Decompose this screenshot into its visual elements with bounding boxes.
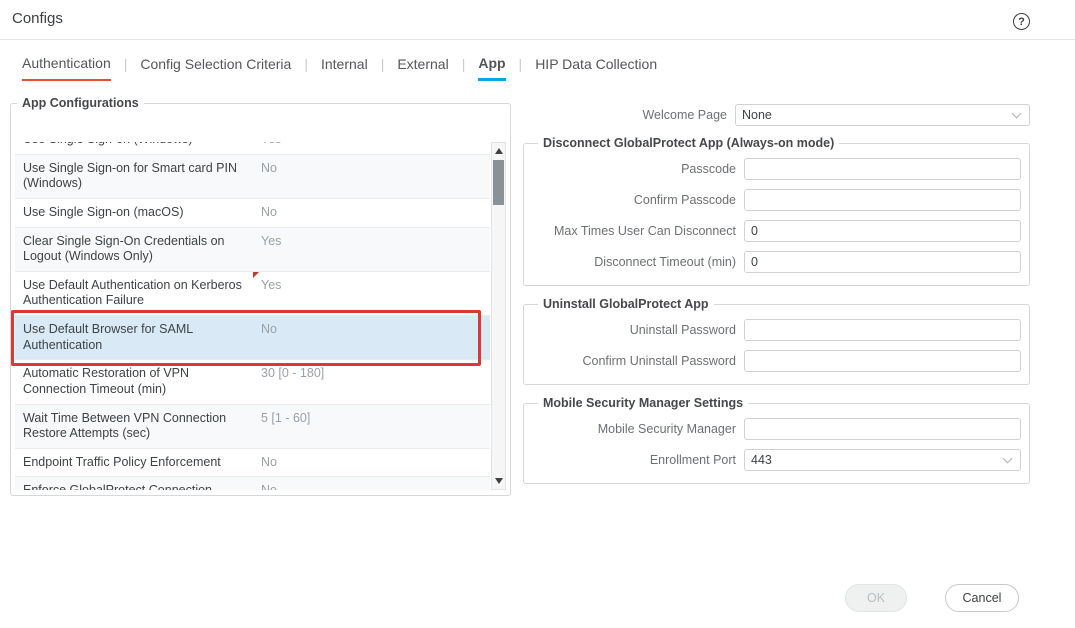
header-divider <box>0 39 1075 40</box>
passcode-label: Passcode <box>532 158 744 178</box>
triangle-up-icon <box>495 148 503 154</box>
max-times-user-can-disconnect-input[interactable] <box>744 220 1021 242</box>
config-value: 5 [1 - 60] <box>253 405 490 448</box>
footer: OK Cancel <box>845 584 1019 612</box>
config-value: No <box>253 199 490 227</box>
max-times-user-can-disconnect-label: Max Times User Can Disconnect <box>532 220 744 240</box>
app-configurations-legend: App Configurations <box>17 96 144 110</box>
config-row-use-default-browser-for-saml-authentication[interactable]: Use Default Browser for SAML Authenticat… <box>15 316 490 360</box>
ok-button[interactable]: OK <box>845 584 907 612</box>
config-name: Use Single Sign-on for Smart card PIN (W… <box>15 155 253 198</box>
config-name: Use Default Browser for SAML Authenticat… <box>15 316 253 359</box>
config-name: Use Default Authentication on Kerberos A… <box>15 272 253 315</box>
config-value: No <box>253 449 490 477</box>
tab-separator: | <box>381 56 385 81</box>
section-disconnect-globalprotect-app-always-on-mode: Disconnect GlobalProtect App (Always-on … <box>523 136 1030 286</box>
tab-separator: | <box>304 56 308 81</box>
tab-config-selection-criteria[interactable]: Config Selection Criteria <box>140 56 291 81</box>
chevron-down-icon <box>1003 453 1013 463</box>
disconnect-timeout-min-label: Disconnect Timeout (min) <box>532 251 744 271</box>
chevron-down-icon <box>1012 108 1022 118</box>
welcome-page-row: Welcome Page None <box>523 104 1030 126</box>
tab-separator: | <box>462 56 466 81</box>
uninstall-password-input[interactable] <box>744 319 1021 341</box>
disconnect-timeout-min-input[interactable] <box>744 251 1021 273</box>
tab-separator: | <box>124 56 128 81</box>
field-row: Max Times User Can Disconnect <box>532 220 1021 242</box>
config-name: Wait Time Between VPN Connection Restore… <box>15 405 253 448</box>
tab-external[interactable]: External <box>397 56 448 81</box>
config-row-use-single-sign-on-macos[interactable]: Use Single Sign-on (macOS)No <box>15 199 490 228</box>
tab-authentication[interactable]: Authentication <box>22 55 111 81</box>
confirm-passcode-input[interactable] <box>744 189 1021 211</box>
app-configurations-panel: App Configurations Use Single Sign-on (W… <box>10 96 511 496</box>
field-row: Disconnect Timeout (min) <box>532 251 1021 273</box>
field-row: Passcode <box>532 158 1021 180</box>
config-row-clear-single-sign-on-credentials-on-logout-windows-only[interactable]: Clear Single Sign-On Credentials on Logo… <box>15 228 490 272</box>
config-row-enforce-globalprotect-connection[interactable]: Enforce GlobalProtect ConnectionNo <box>15 477 490 490</box>
right-panel-sections: Disconnect GlobalProtect App (Always-on … <box>523 136 1030 484</box>
section-uninstall-globalprotect-app: Uninstall GlobalProtect App Uninstall Pas… <box>523 297 1030 385</box>
field-row: Mobile Security Manager <box>532 418 1021 440</box>
config-row-use-default-authentication-on-kerberos-authentication-failure[interactable]: Use Default Authentication on Kerberos A… <box>15 272 490 316</box>
enrollment-port-label: Enrollment Port <box>532 449 744 469</box>
config-name: Use Single Sign-on (Windows) <box>15 142 253 154</box>
welcome-page-value: None <box>742 108 1013 122</box>
config-value: No <box>253 477 490 490</box>
config-name: Use Single Sign-on (macOS) <box>15 199 253 227</box>
field-row: Uninstall Password <box>532 319 1021 341</box>
tab-internal[interactable]: Internal <box>321 56 368 81</box>
welcome-page-select[interactable]: None <box>735 104 1030 126</box>
config-value: Yes <box>253 142 490 154</box>
config-name: Clear Single Sign-On Credentials on Logo… <box>15 228 253 271</box>
confirm-uninstall-password-input[interactable] <box>744 350 1021 372</box>
triangle-down-icon <box>495 478 503 484</box>
config-name: Automatic Restoration of VPN Connection … <box>15 360 253 403</box>
selected-value: 443 <box>751 453 1004 467</box>
enrollment-port-select[interactable]: 443 <box>744 449 1021 471</box>
confirm-uninstall-password-label: Confirm Uninstall Password <box>532 350 744 370</box>
config-rows: Use Single Sign-on (Windows)YesUse Singl… <box>15 142 490 490</box>
section-legend: Disconnect GlobalProtect App (Always-on … <box>538 136 839 150</box>
help-icon[interactable]: ? <box>1013 13 1030 30</box>
field-row: Enrollment Port 443 <box>532 449 1021 471</box>
section-mobile-security-manager-settings: Mobile Security Manager Settings Mobile S… <box>523 396 1030 484</box>
config-value: 30 [0 - 180] <box>253 360 490 403</box>
scroll-up-arrow[interactable] <box>492 144 505 158</box>
section-legend: Uninstall GlobalProtect App <box>538 297 714 311</box>
tab-separator: | <box>519 56 523 81</box>
config-row-wait-time-between-vpn-connection-restore-attempts-sec[interactable]: Wait Time Between VPN Connection Restore… <box>15 405 490 449</box>
confirm-passcode-label: Confirm Passcode <box>532 189 744 209</box>
config-row-endpoint-traffic-policy-enforcement[interactable]: Endpoint Traffic Policy EnforcementNo <box>15 449 490 478</box>
mobile-security-manager-label: Mobile Security Manager <box>532 418 744 438</box>
field-row: Confirm Uninstall Password <box>532 350 1021 372</box>
welcome-page-label: Welcome Page <box>523 104 735 124</box>
tab-app[interactable]: App <box>478 55 505 81</box>
tab-bar: Authentication | Config Selection Criteria… <box>22 55 657 81</box>
config-value: No <box>253 316 490 359</box>
mobile-security-manager-input[interactable] <box>744 418 1021 440</box>
config-name: Endpoint Traffic Policy Enforcement <box>15 449 253 477</box>
config-value: Yes <box>253 272 490 315</box>
scroll-down-arrow[interactable] <box>492 474 505 488</box>
config-row-use-single-sign-on-windows[interactable]: Use Single Sign-on (Windows)Yes <box>15 142 490 155</box>
config-table: Use Single Sign-on (Windows)YesUse Singl… <box>15 142 506 490</box>
right-panel: Welcome Page None Disconnect GlobalProte… <box>523 104 1030 495</box>
scrollbar[interactable] <box>491 142 506 490</box>
uninstall-password-label: Uninstall Password <box>532 319 744 339</box>
dialog-title: Configs <box>12 10 63 27</box>
config-value: No <box>253 155 490 198</box>
field-row: Confirm Passcode <box>532 189 1021 211</box>
section-legend: Mobile Security Manager Settings <box>538 396 748 410</box>
cancel-button[interactable]: Cancel <box>945 584 1019 612</box>
config-value: Yes <box>253 228 490 271</box>
config-name: Enforce GlobalProtect Connection <box>15 477 253 490</box>
config-row-automatic-restoration-of-vpn-connection-timeout-min[interactable]: Automatic Restoration of VPN Connection … <box>15 360 490 404</box>
tab-hip-data-collection[interactable]: HIP Data Collection <box>535 56 657 81</box>
scrollbar-thumb[interactable] <box>493 160 504 205</box>
passcode-input[interactable] <box>744 158 1021 180</box>
config-row-use-single-sign-on-for-smart-card-pin-windows[interactable]: Use Single Sign-on for Smart card PIN (W… <box>15 155 490 199</box>
